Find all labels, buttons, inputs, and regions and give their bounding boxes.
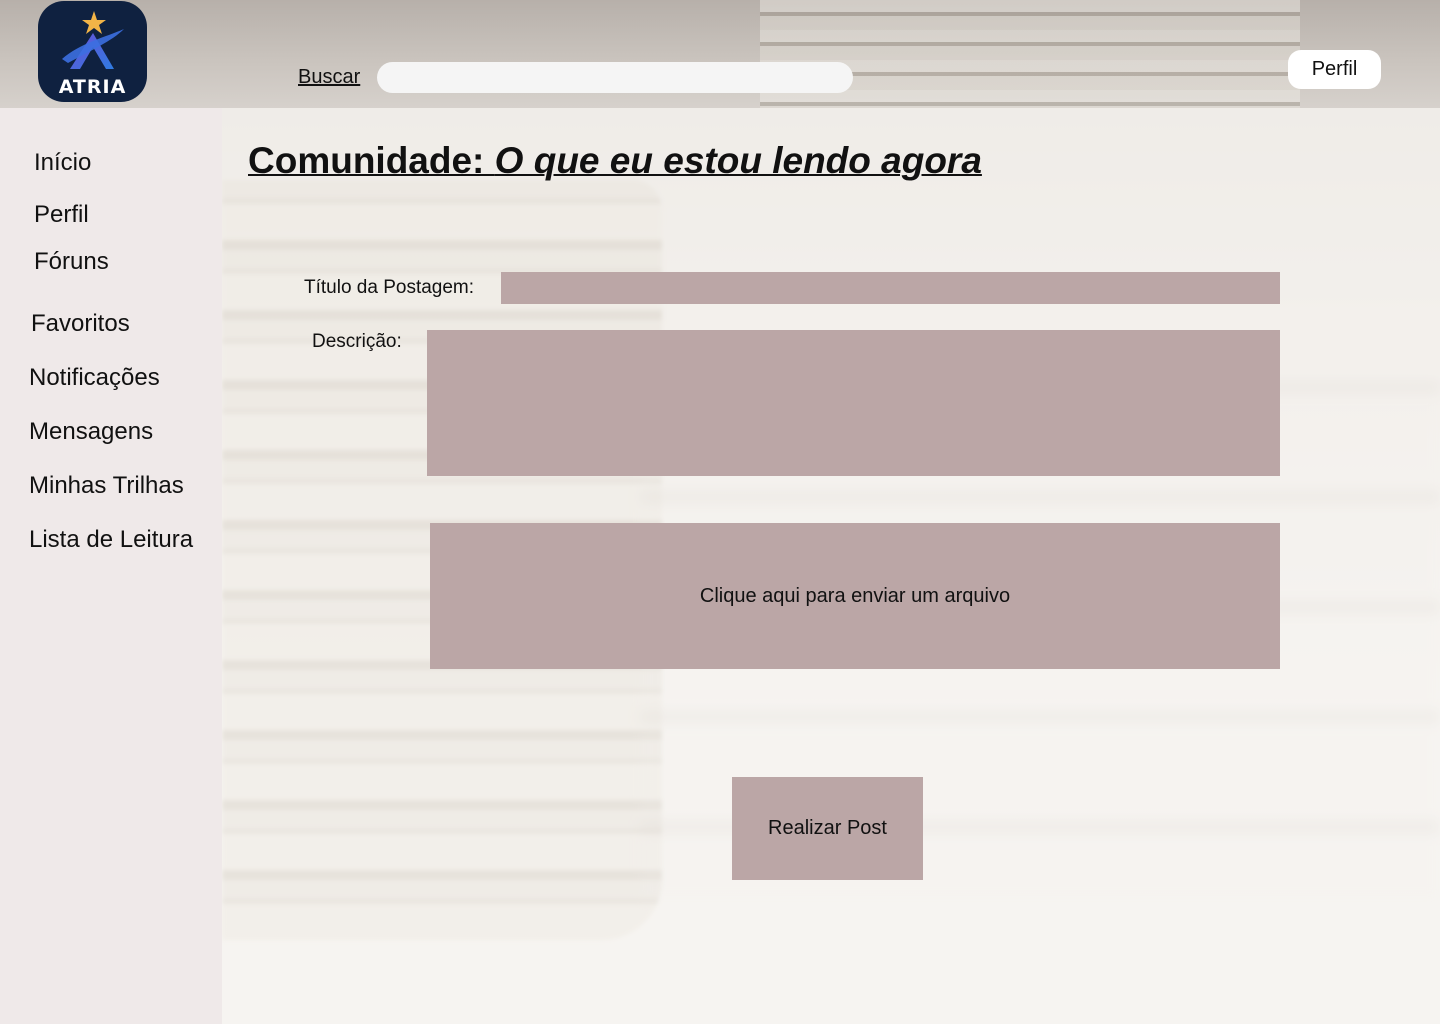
page-title-topic: O que eu estou lendo agora	[494, 140, 982, 181]
sidebar-item-foruns[interactable]: Fóruns	[34, 248, 109, 276]
description-textarea[interactable]	[427, 330, 1280, 476]
post-title-input[interactable]	[501, 272, 1280, 304]
description-label: Descrição:	[312, 331, 402, 352]
page-title-prefix: Comunidade:	[248, 140, 495, 181]
post-title-label: Título da Postagem:	[304, 277, 475, 298]
profile-button[interactable]: Perfil	[1288, 50, 1381, 89]
submit-post-button[interactable]: Realizar Post	[732, 777, 923, 880]
logo-text: ATRIA	[58, 76, 127, 98]
sidebar-item-minhas-trilhas[interactable]: Minhas Trilhas	[29, 472, 184, 500]
sidebar-item-favoritos[interactable]: Favoritos	[31, 310, 130, 338]
search-input[interactable]	[377, 62, 853, 93]
page-title: Comunidade: O que eu estou lendo agora	[248, 140, 982, 182]
top-header: ATRIA Buscar Perfil	[0, 0, 1440, 108]
atria-logo[interactable]: ATRIA	[38, 1, 147, 102]
atria-star-icon	[62, 11, 124, 69]
upload-text: Clique aqui para enviar um arquivo	[699, 584, 1011, 607]
sidebar-item-notificacoes[interactable]: Notificações	[29, 364, 160, 392]
sidebar-item-lista-de-leitura[interactable]: Lista de Leitura	[29, 526, 193, 554]
search-label[interactable]: Buscar	[298, 66, 360, 89]
sidebar-item-perfil[interactable]: Perfil	[34, 201, 89, 229]
file-upload-area[interactable]: Clique aqui para enviar um arquivo	[430, 523, 1280, 669]
sidebar-item-mensagens[interactable]: Mensagens	[29, 418, 153, 446]
sidebar-item-inicio[interactable]: Início	[34, 149, 91, 177]
sidebar: Início Perfil Fóruns Favoritos Notificaç…	[0, 108, 222, 1024]
